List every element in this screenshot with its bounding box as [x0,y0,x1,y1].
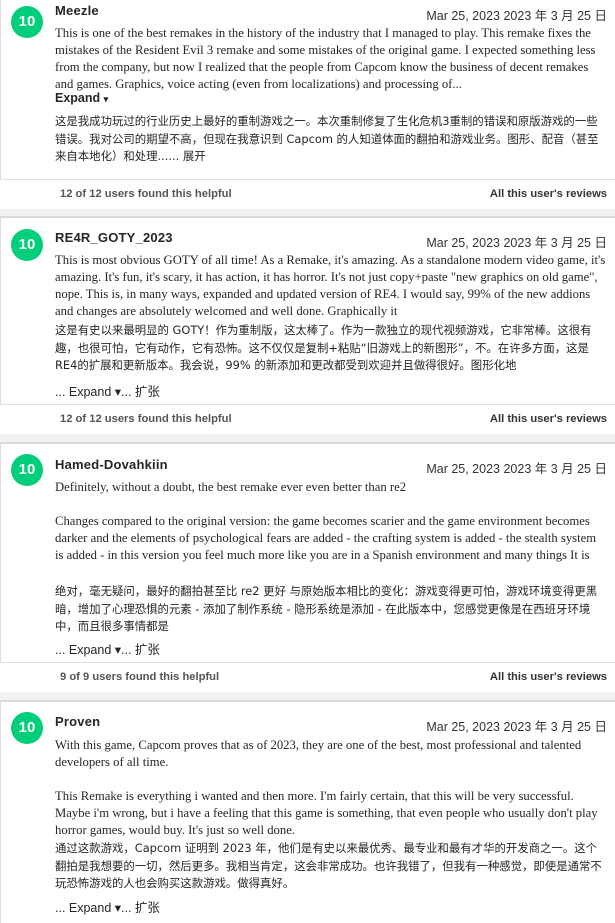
reviewer-name[interactable]: Hamed-Dovahkiin [55,457,168,472]
score-badge: 10 [11,6,43,38]
review-translation: 通过这款游戏，Capcom 证明到 2023 年，他们是有史以来最优秀、最专业和… [55,841,602,890]
expand-button[interactable]: ... Expand ▾... 扩张 [55,639,160,658]
review-divider [0,209,615,217]
helpful-count: 12 of 12 users found this helpful [60,188,232,200]
all-user-reviews-link[interactable]: All this user's reviews [490,671,607,683]
review-card: 10 RE4R_GOTY_2023 Mar 25, 2023 2023 年 3 … [0,217,615,405]
review-body: With this game, Capcom proves that as of… [55,738,598,837]
expand-button[interactable]: Expand ▾ [55,91,108,105]
reviewer-name[interactable]: Proven [55,714,100,729]
review-date: Mar 25, 2023 2023 年 3 月 25 日 [426,236,607,250]
expand-button[interactable]: ... Expand ▾... 扩张 [55,897,160,916]
review-body: This is one of the best remakes in the h… [55,26,599,91]
review-translation: 绝对，毫无疑问，最好的翻拍甚至比 re2 更好 与原始版本相比的变化：游戏变得更… [55,584,598,633]
review-body: Definitely, without a doubt, the best re… [55,480,597,562]
all-user-reviews-link[interactable]: All this user's reviews [490,188,607,200]
helpful-count: 9 of 9 users found this helpful [60,671,220,683]
review-card: 10 Meezle Mar 25, 2023 2023 年 3 月 25 日 T… [0,0,615,180]
review-divider [0,434,615,443]
reviewer-name[interactable]: RE4R_GOTY_2023 [55,230,173,245]
all-user-reviews-link[interactable]: All this user's reviews [490,413,607,425]
caret-down-icon: ▾ [103,94,109,104]
helpful-bar: 12 of 12 users found this helpful All th… [0,404,615,434]
helpful-count: 12 of 12 users found this helpful [60,413,232,425]
review-card: 10 Hamed-Dovahkiin Mar 25, 2023 2023 年 3… [0,443,615,663]
review-date: Mar 25, 2023 2023 年 3 月 25 日 [426,720,607,734]
review-translation: 这是有史以来最明显的 GOTY！作为重制版，这太棒了。作为一款独立的现代视频游戏… [55,323,592,372]
reviewer-name[interactable]: Meezle [55,3,99,18]
expand-button[interactable]: ... Expand ▾... 扩张 [55,381,160,400]
expand-label: Expand [55,91,101,105]
review-translation: 这是我成功玩过的行业历史上最好的重制游戏之一。本次重制修复了生化危机3重制的错误… [55,114,599,163]
helpful-bar: 9 of 9 users found this helpful All this… [0,662,615,692]
review-card: 10 Proven Mar 25, 2023 2023 年 3 月 25 日 W… [0,701,615,923]
review-body: This is most obvious GOTY of all time! A… [55,253,609,318]
score-badge: 10 [11,229,43,261]
score-badge: 10 [11,454,43,486]
score-badge: 10 [11,712,43,744]
review-divider [0,692,615,701]
review-date: Mar 25, 2023 2023 年 3 月 25 日 [426,462,607,476]
helpful-bar: 12 of 12 users found this helpful All th… [0,179,615,209]
review-date: Mar 25, 2023 2023 年 3 月 25 日 [426,9,607,23]
